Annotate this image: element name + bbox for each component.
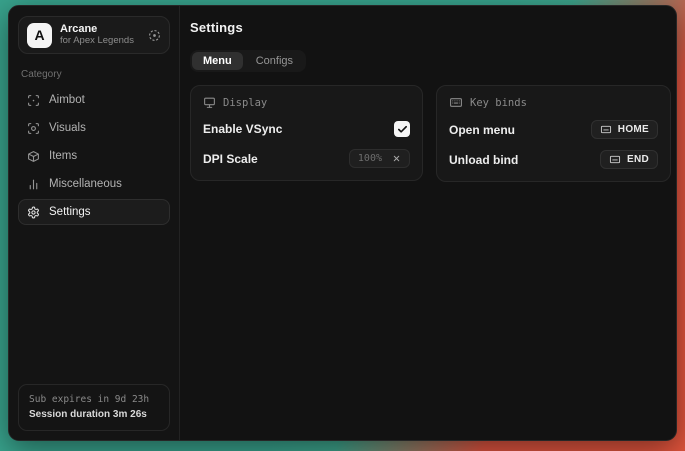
sidebar-item-label: Miscellaneous (49, 178, 122, 190)
dpi-scale-input[interactable]: 100% (349, 149, 410, 168)
sidebar-item-visuals[interactable]: Visuals (18, 115, 170, 141)
page-title: Settings (190, 20, 671, 35)
app-logo: A (27, 23, 52, 48)
unload-bind-key-value: END (627, 154, 649, 165)
open-menu-keybind-button[interactable]: HOME (591, 120, 658, 139)
sidebar: A Arcane for Apex Legends Category A (9, 6, 180, 440)
desktop-background: { "colors": { "background_teal": "#38a28… (0, 0, 685, 451)
display-card: Display Enable VSync DPI Scale 100% (190, 85, 423, 181)
tab-configs[interactable]: Configs (245, 52, 304, 70)
keybinds-card-header: Key binds (449, 96, 658, 109)
sidebar-item-aimbot[interactable]: Aimbot (18, 87, 170, 113)
unload-bind-row: Unload bind END (449, 150, 658, 169)
monitor-icon (203, 96, 216, 109)
keybinds-card-title: Key binds (470, 97, 527, 109)
display-card-header: Display (203, 96, 410, 109)
keyboard-key-icon (609, 154, 621, 165)
tab-menu[interactable]: Menu (192, 52, 243, 70)
settings-cards: Display Enable VSync DPI Scale 100% (190, 85, 671, 182)
category-label: Category (21, 69, 167, 80)
session-duration-text: Session duration 3m 26s (29, 407, 159, 422)
open-menu-key-value: HOME (618, 124, 649, 135)
sidebar-item-label: Visuals (49, 122, 86, 134)
app-logo-letter: A (34, 27, 44, 43)
app-titles: Arcane for Apex Legends (60, 23, 140, 47)
dpi-scale-label: DPI Scale (203, 152, 258, 166)
gear-icon (27, 206, 40, 219)
main-content: Settings Menu Configs Display Enable VSy… (180, 6, 677, 440)
scan-eye-icon (27, 122, 40, 135)
sub-expires-text: Sub expires in 9d 23h (29, 393, 159, 407)
sidebar-item-items[interactable]: Items (18, 143, 170, 169)
clear-icon[interactable] (392, 154, 401, 163)
bar-chart-icon (27, 178, 40, 191)
app-subtitle: for Apex Legends (60, 36, 140, 47)
sidebar-item-label: Settings (49, 206, 91, 218)
sidebar-nav: Aimbot Visuals Items (18, 87, 170, 225)
open-menu-row: Open menu HOME (449, 120, 658, 139)
sidebar-item-label: Items (49, 150, 77, 162)
dpi-scale-value: 100% (358, 153, 382, 164)
app-name: Arcane (60, 23, 140, 36)
app-header: A Arcane for Apex Legends (18, 16, 170, 54)
keyboard-key-icon (600, 124, 612, 135)
sidebar-item-settings[interactable]: Settings (18, 199, 170, 225)
subscription-info-box: Sub expires in 9d 23h Session duration 3… (18, 384, 170, 431)
unload-bind-label: Unload bind (449, 153, 518, 167)
app-window: A Arcane for Apex Legends Category A (8, 5, 677, 441)
display-card-title: Display (223, 97, 267, 109)
unload-bind-keybind-button[interactable]: END (600, 150, 658, 169)
sidebar-item-label: Aimbot (49, 94, 85, 106)
sidebar-item-miscellaneous[interactable]: Miscellaneous (18, 171, 170, 197)
keybinds-card: Key binds Open menu HOME Unload bind (436, 85, 671, 182)
target-icon[interactable] (148, 29, 161, 42)
dpi-scale-row: DPI Scale 100% (203, 149, 410, 168)
keyboard-icon (449, 96, 463, 109)
open-menu-label: Open menu (449, 123, 515, 137)
package-icon (27, 150, 40, 163)
tab-bar: Menu Configs (190, 50, 306, 72)
enable-vsync-checkbox[interactable] (394, 121, 410, 137)
enable-vsync-label: Enable VSync (203, 122, 282, 136)
crosshair-scan-icon (27, 94, 40, 107)
enable-vsync-row: Enable VSync (203, 120, 410, 138)
